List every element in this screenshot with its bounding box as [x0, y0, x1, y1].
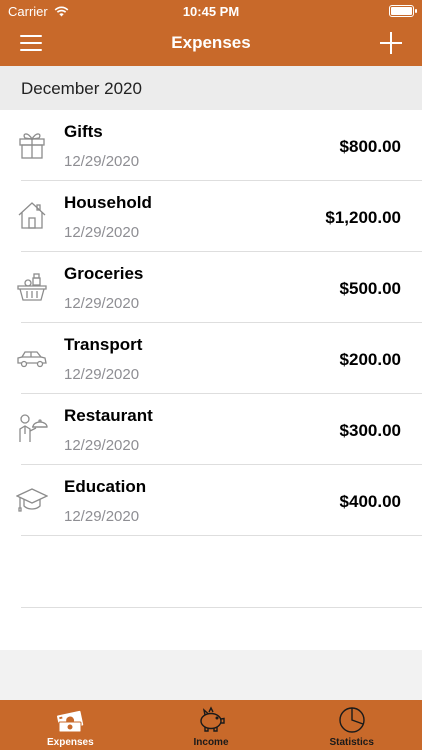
tab-label: Expenses	[46, 737, 94, 748]
row-separator	[21, 607, 422, 608]
expense-row-gifts[interactable]: Gifts 12/29/2020 $800.00	[0, 110, 422, 181]
money-icon	[57, 710, 84, 733]
expense-amount: $400.00	[339, 492, 401, 511]
expense-amount: $300.00	[339, 421, 401, 440]
status-bar: Carrier 10:45 PM	[0, 0, 422, 22]
month-section-title: December 2020	[21, 79, 142, 98]
piggy-bank-icon	[200, 706, 225, 732]
add-expense-button[interactable]	[380, 32, 402, 54]
tab-bar: Expenses Income Statistics	[0, 700, 422, 750]
grocery-basket-icon	[17, 273, 47, 301]
top-bar: Carrier 10:45 PM Expenses	[0, 0, 422, 66]
month-section-header: December 2020	[0, 66, 422, 110]
graduation-cap-icon	[16, 488, 48, 512]
expense-name: Transport	[64, 335, 143, 354]
battery-icon	[389, 5, 417, 17]
house-icon	[18, 202, 46, 229]
car-icon	[17, 351, 47, 368]
expense-date: 12/29/2020	[64, 508, 140, 525]
expense-row-education[interactable]: Education 12/29/2020 $400.00	[0, 465, 422, 536]
gift-icon	[19, 133, 45, 159]
page-title: Expenses	[171, 33, 251, 52]
expense-date: 12/29/2020	[64, 153, 140, 170]
tab-label: Income	[193, 737, 229, 748]
expense-amount: $200.00	[339, 350, 401, 369]
expense-name: Gifts	[64, 122, 103, 141]
empty-row	[0, 537, 422, 608]
navigation-bar: Expenses	[0, 22, 422, 66]
expense-name: Restaurant	[64, 406, 153, 425]
expense-amount: $1,200.00	[325, 208, 401, 227]
tab-statistics[interactable]: Statistics	[281, 700, 422, 750]
expense-row-groceries[interactable]: Groceries 12/29/2020 $500.00	[0, 252, 422, 323]
pie-chart-icon	[338, 707, 365, 733]
expense-date: 12/29/2020	[64, 224, 140, 241]
expense-date: 12/29/2020	[64, 295, 140, 312]
waiter-icon	[19, 414, 48, 442]
expense-name: Groceries	[64, 264, 144, 283]
tab-income[interactable]: Income	[141, 700, 282, 750]
expense-row-household[interactable]: Household 12/29/2020 $1,200.00	[0, 181, 422, 252]
expense-list: Gifts 12/29/2020 $800.00 Household 12/29…	[0, 110, 422, 650]
tab-expenses[interactable]: Expenses	[0, 700, 141, 750]
expense-amount: $800.00	[339, 137, 401, 156]
status-time: 10:45 PM	[182, 4, 240, 19]
row-separator	[21, 535, 422, 536]
expense-name: Household	[64, 193, 152, 212]
tab-label: Statistics	[329, 737, 374, 748]
expense-row-restaurant[interactable]: Restaurant 12/29/2020 $300.00	[0, 394, 422, 465]
expense-row-transport[interactable]: Transport 12/29/2020 $200.00	[0, 323, 422, 394]
expense-date: 12/29/2020	[64, 366, 140, 383]
expense-name: Education	[64, 477, 147, 496]
expense-date: 12/29/2020	[64, 437, 140, 454]
expense-amount: $500.00	[339, 279, 401, 298]
